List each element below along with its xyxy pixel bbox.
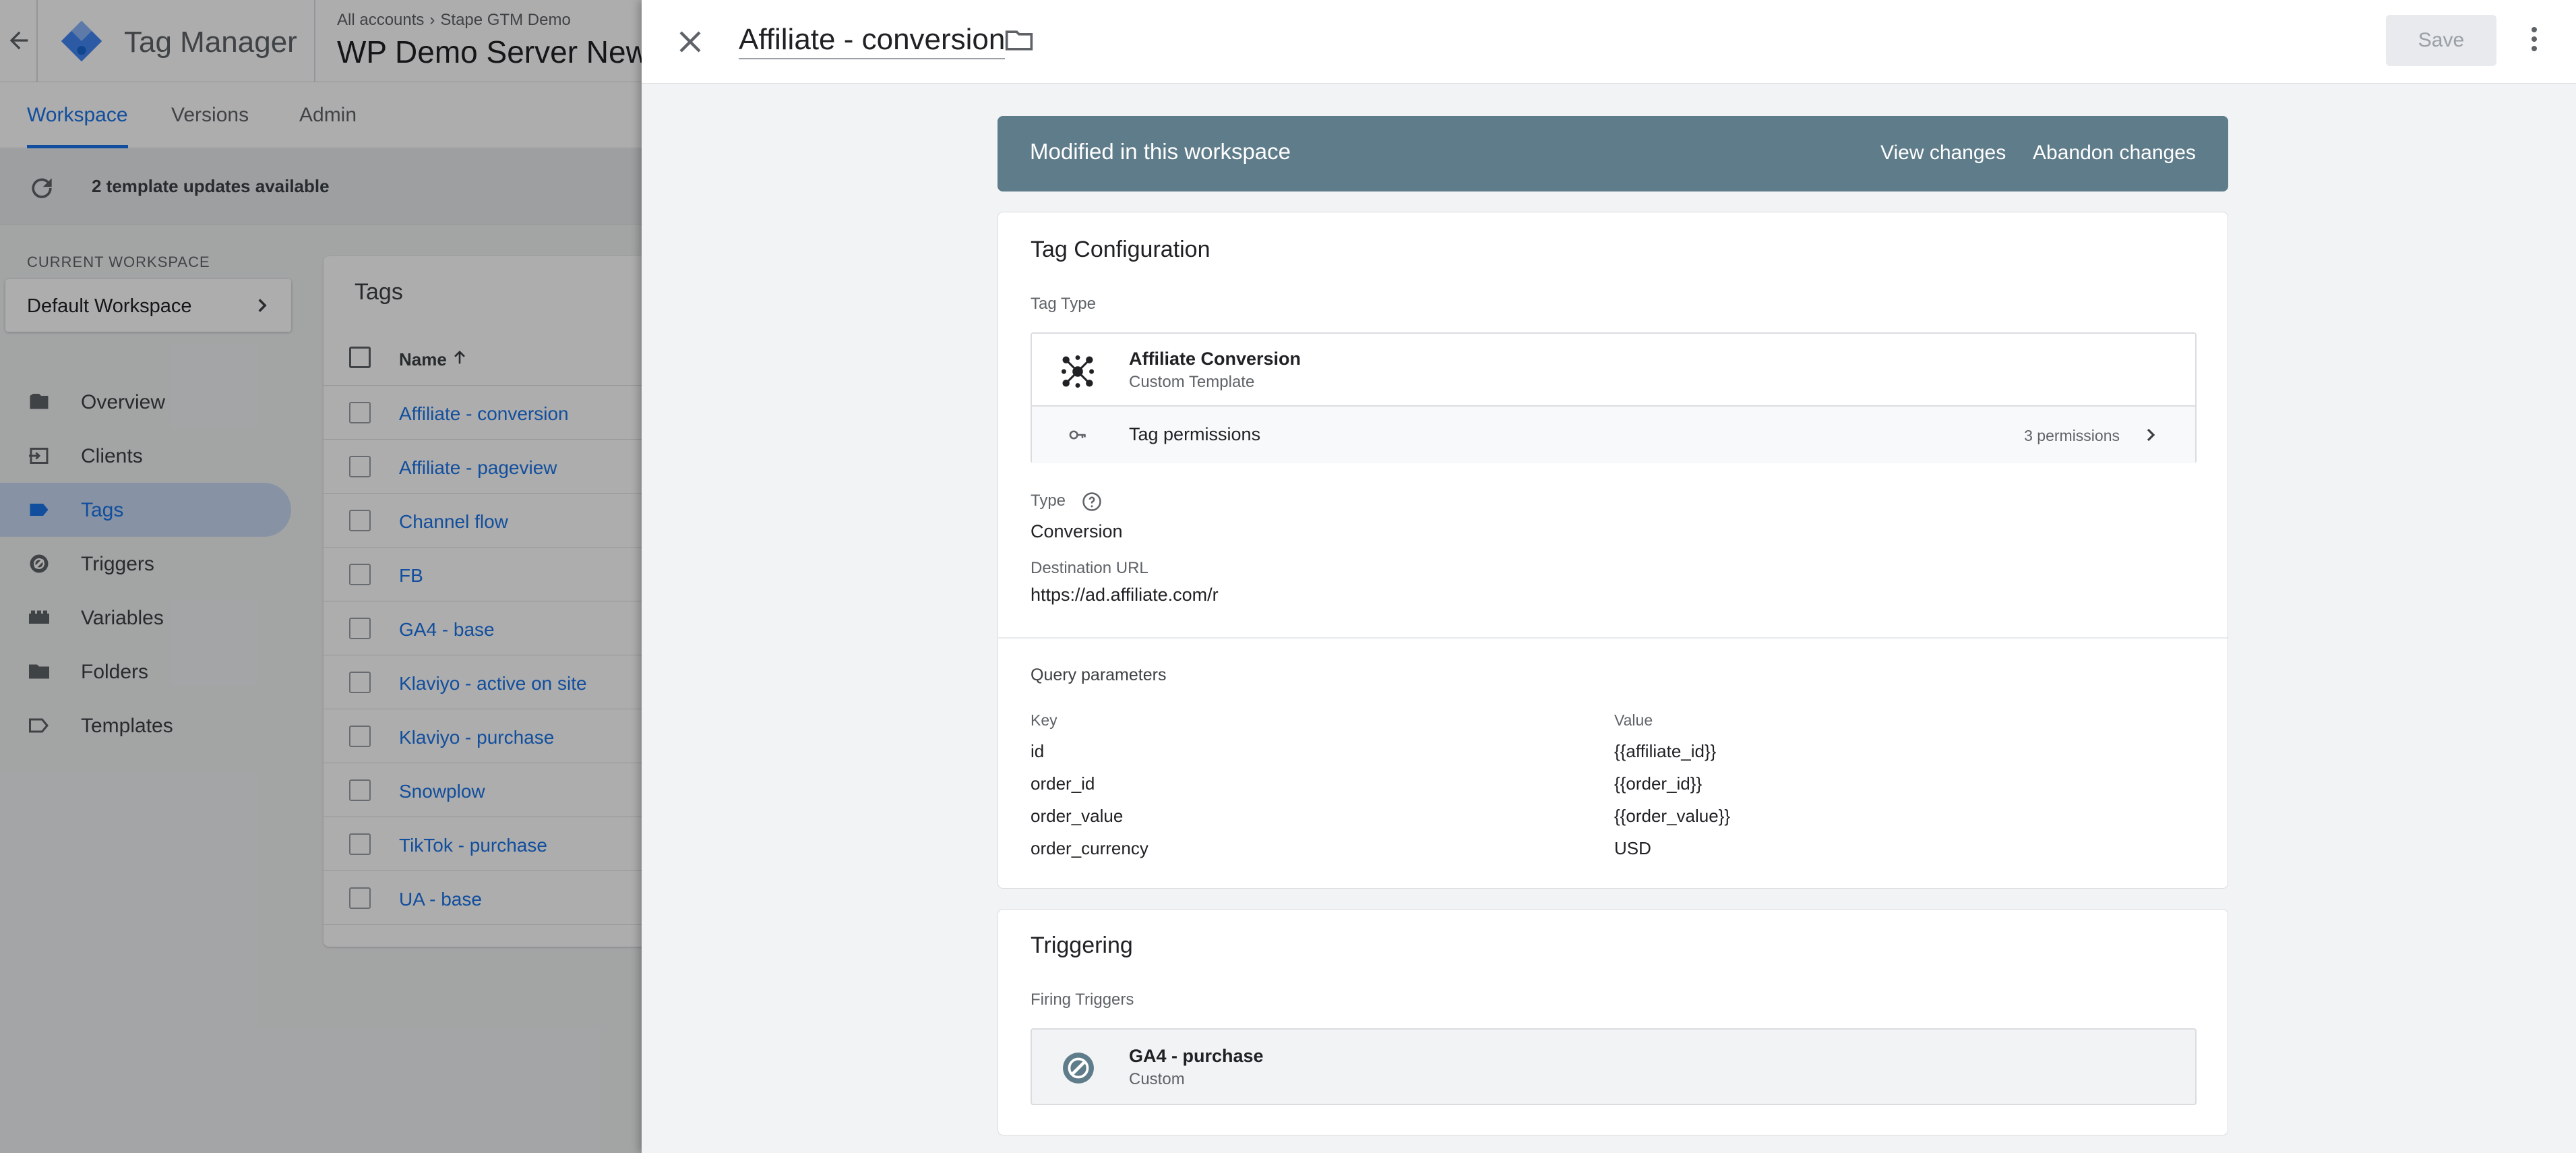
tag-type-selector[interactable]: Affiliate Conversion Custom Template (1032, 334, 2195, 407)
query-parameters-title: Query parameters (1031, 666, 1167, 684)
permissions-count: 3 permissions (2024, 427, 2120, 444)
tag-editor-panel: Affiliate - conversion Save Modified in … (642, 0, 2576, 1153)
type-value: Conversion (1031, 521, 1123, 541)
affiliate-template-icon (1061, 355, 1095, 388)
key-icon (1069, 430, 1086, 440)
abandon-changes-button[interactable]: Abandon changes (2033, 142, 2196, 165)
close-icon[interactable] (674, 26, 706, 58)
trigger-icon (1063, 1053, 1094, 1084)
divider (998, 637, 2228, 639)
tag-type-name: Affiliate Conversion (1129, 349, 1301, 369)
tag-configuration-title: Tag Configuration (1031, 237, 1210, 262)
firing-trigger-item[interactable]: GA4 - purchase Custom (1031, 1028, 2197, 1105)
save-button[interactable]: Save (2386, 15, 2496, 66)
modified-banner: Modified in this workspace View changes … (998, 116, 2228, 191)
tag-type-label: Tag Type (1031, 295, 1096, 313)
key-column-header: Key (1031, 711, 1057, 729)
param-key: order_id (1031, 773, 1095, 794)
chevron-right-icon (2147, 428, 2155, 442)
param-key: order_value (1031, 806, 1124, 826)
view-changes-button[interactable]: View changes (1880, 142, 2006, 165)
param-value: USD (1614, 838, 1651, 858)
param-value: {{order_value}} (1614, 806, 1731, 826)
trigger-type: Custom (1129, 1070, 1185, 1088)
tag-name-input[interactable]: Affiliate - conversion (739, 23, 1006, 59)
triggering-card[interactable]: Triggering Firing Triggers GA4 - purchas… (998, 909, 2228, 1135)
tag-configuration-card[interactable]: Tag Configuration Tag Type Affiliate Con… (998, 212, 2228, 889)
trigger-name: GA4 - purchase (1129, 1046, 1264, 1066)
tag-permissions-label: Tag permissions (1129, 424, 1261, 444)
folder-icon[interactable] (1003, 26, 1035, 55)
destination-url-label: Destination URL (1031, 559, 1148, 577)
value-column-header: Value (1614, 711, 1653, 729)
param-value: {{affiliate_id}} (1614, 741, 1717, 761)
modified-message: Modified in this workspace (1030, 139, 1291, 164)
param-value: {{order_id}} (1614, 773, 1703, 794)
destination-url-value: https://ad.affiliate.com/r (1031, 585, 1219, 605)
param-key: order_currency (1031, 838, 1148, 858)
tag-type-box: Affiliate Conversion Custom Template Tag… (1031, 332, 2197, 463)
param-key: id (1031, 741, 1045, 761)
type-label: Type (1031, 492, 1066, 510)
tag-type-subtitle: Custom Template (1129, 373, 1255, 391)
firing-triggers-label: Firing Triggers (1031, 991, 1134, 1009)
panel-header: Affiliate - conversion Save (642, 0, 2576, 84)
help-icon[interactable] (1082, 492, 1102, 512)
triggering-title: Triggering (1031, 933, 1133, 958)
tag-permissions-row[interactable]: Tag permissions 3 permissions (1032, 407, 2195, 463)
more-vert-icon[interactable] (2518, 23, 2550, 55)
